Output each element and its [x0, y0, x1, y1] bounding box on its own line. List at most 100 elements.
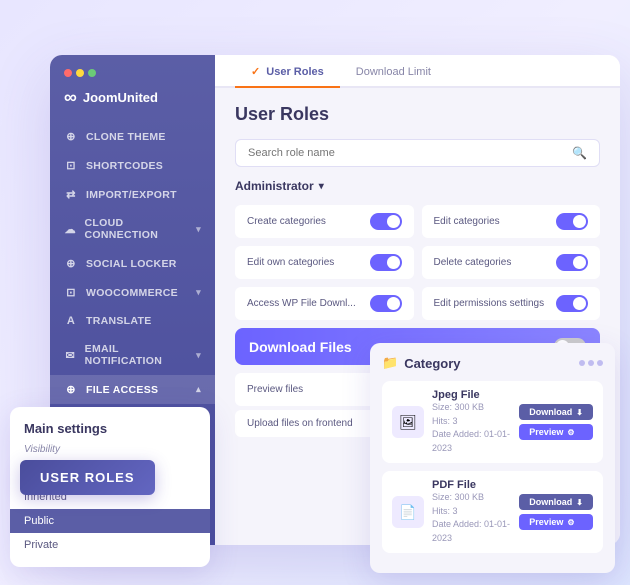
shortcodes-icon: ⊡: [64, 159, 78, 172]
permission-edit-categories: Edit categories: [422, 205, 601, 238]
file-name-pdf: PDF File: [432, 479, 511, 491]
tabs-bar: ✓ User Roles Download Limit: [215, 55, 620, 88]
visibility-option-private[interactable]: Private: [10, 533, 210, 557]
permission-label: Delete categories: [434, 257, 512, 268]
preview-button-jpeg[interactable]: Preview ⚙: [519, 424, 593, 440]
file-info-jpeg: Jpeg File Size: 300 KB Hits: 3 Date Adde…: [432, 389, 511, 455]
sidebar-item-clone-theme[interactable]: ⊕ CLONE THEME: [50, 122, 215, 151]
sidebar-item-label: SOCIAL LOCKER: [86, 258, 177, 270]
window-dot-yellow: [76, 69, 84, 77]
category-title: Category: [404, 356, 460, 371]
upload-files-label: Upload files on frontend: [247, 418, 353, 429]
toggle-create-categories[interactable]: [370, 213, 402, 230]
folder-icon: 📁: [382, 355, 398, 371]
download-icon: ⬇: [576, 498, 583, 507]
file-card-pdf: 📄 PDF File Size: 300 KB Hits: 3 Date Add…: [382, 471, 603, 553]
preview-button-pdf[interactable]: Preview ⚙: [519, 514, 593, 530]
tab-download-limit[interactable]: Download Limit: [340, 56, 447, 88]
user-roles-badge: USER ROLES: [20, 460, 155, 495]
translate-icon: A: [64, 315, 78, 327]
admin-label: Administrator: [235, 179, 314, 193]
sidebar-item-label: EMAIL NOTIFICATION: [85, 343, 189, 367]
check-mark-icon: ✓: [251, 66, 260, 78]
permission-label: Access WP File Downl...: [247, 298, 356, 309]
sidebar-item-label: CLONE THEME: [86, 131, 166, 143]
download-button-jpeg[interactable]: Download ⬇: [519, 404, 593, 420]
toggle-access-wp[interactable]: [370, 295, 402, 312]
file-actions-jpeg: Download ⬇ Preview ⚙: [519, 404, 593, 440]
settings-icon: ⚙: [567, 428, 574, 437]
sidebar-item-label: WOOCOMMERCE: [86, 287, 178, 299]
tab-label: Download Limit: [356, 66, 431, 78]
logo-text: JoomUnited: [83, 90, 158, 105]
permission-label: Edit own categories: [247, 257, 334, 268]
sidebar-item-cloud-connection[interactable]: ☁ CLOUD CONNECTION ▾: [50, 209, 215, 249]
cloud-connection-icon: ☁: [64, 223, 77, 236]
sidebar-item-translate[interactable]: A TRANSLATE: [50, 307, 215, 335]
sidebar-item-label: CLOUD CONNECTION: [85, 217, 189, 241]
permission-edit-permissions: Edit permissions settings: [422, 287, 601, 320]
permission-create-categories: Create categories: [235, 205, 414, 238]
download-button-pdf[interactable]: Download ⬇: [519, 494, 593, 510]
chevron-down-icon: ▾: [196, 350, 201, 361]
tab-label: User Roles: [266, 66, 323, 78]
file-info-pdf: PDF File Size: 300 KB Hits: 3 Date Added…: [432, 479, 511, 545]
permission-edit-own-categories: Edit own categories: [235, 246, 414, 279]
toggle-edit-categories[interactable]: [556, 213, 588, 230]
sidebar-item-label: FILE ACCESS: [86, 384, 158, 396]
sidebar-item-woocommerce[interactable]: ⊡ WOOCOMMERCE ▾: [50, 278, 215, 307]
main-settings-title: Main settings: [10, 421, 210, 444]
logo-icon: ∞: [64, 87, 77, 108]
search-icon: 🔍: [572, 146, 587, 160]
page-title: User Roles: [235, 104, 600, 125]
email-icon: ✉: [64, 349, 77, 362]
admin-dropdown[interactable]: Administrator ▾: [235, 179, 600, 193]
sidebar-item-social-locker[interactable]: ⊕ SOCIAL LOCKER: [50, 249, 215, 278]
sidebar-item-label: TRANSLATE: [86, 315, 152, 327]
category-dots: [579, 360, 603, 366]
woocommerce-icon: ⊡: [64, 286, 78, 299]
visibility-option-public2[interactable]: Public: [10, 509, 210, 533]
window-dot-green: [88, 69, 96, 77]
search-bar: 🔍: [235, 139, 600, 167]
file-meta-jpeg: Size: 300 KB Hits: 3 Date Added: 01-01-2…: [432, 401, 511, 455]
permission-label: Edit permissions settings: [434, 298, 545, 309]
toggle-edit-permissions[interactable]: [556, 295, 588, 312]
file-thumb-jpeg: 🖼: [392, 406, 424, 438]
sidebar-item-import-export[interactable]: ⇄ IMPORT/EXPORT: [50, 180, 215, 209]
import-export-icon: ⇄: [64, 188, 78, 201]
file-thumb-pdf: 📄: [392, 496, 424, 528]
category-header: 📁 Category: [382, 355, 603, 371]
file-meta-pdf: Size: 300 KB Hits: 3 Date Added: 01-01-2…: [432, 491, 511, 545]
permission-label: Create categories: [247, 216, 326, 227]
category-panel: 📁 Category 🖼 Jpeg File Size: 300 KB Hits…: [370, 343, 615, 573]
chevron-down-icon: ▾: [196, 287, 201, 298]
permissions-grid: Create categories Edit categories Edit o…: [235, 205, 600, 320]
toggle-delete-categories[interactable]: [556, 254, 588, 271]
download-files-label: Download Files: [249, 339, 352, 355]
jpeg-icon: 🖼: [399, 414, 417, 431]
toggle-edit-own-categories[interactable]: [370, 254, 402, 271]
sidebar-item-label: IMPORT/EXPORT: [86, 189, 177, 201]
logo-area: ∞ JoomUnited: [50, 87, 215, 122]
permission-delete-categories: Delete categories: [422, 246, 601, 279]
pdf-icon: 📄: [399, 504, 416, 521]
file-name-jpeg: Jpeg File: [432, 389, 511, 401]
search-input[interactable]: [248, 147, 572, 159]
window-dot-red: [64, 69, 72, 77]
permission-label: Preview files: [247, 384, 303, 395]
social-locker-icon: ⊕: [64, 257, 78, 270]
clone-theme-icon: ⊕: [64, 130, 78, 143]
sidebar-item-shortcodes[interactable]: ⊡ SHORTCODES: [50, 151, 215, 180]
visibility-label: Visibility: [10, 444, 210, 461]
chevron-down-icon: ▾: [319, 181, 324, 192]
sidebar-item-file-access[interactable]: ⊕ FILE ACCESS ▴: [50, 375, 215, 404]
permission-access-wp: Access WP File Downl...: [235, 287, 414, 320]
tab-user-roles[interactable]: ✓ User Roles: [235, 55, 340, 88]
settings-icon: ⚙: [567, 518, 574, 527]
file-access-icon: ⊕: [64, 383, 78, 396]
chevron-up-icon: ▴: [196, 384, 201, 395]
download-icon: ⬇: [576, 408, 583, 417]
sidebar-item-email-notification[interactable]: ✉ EMAIL NOTIFICATION ▾: [50, 335, 215, 375]
sidebar-item-label: SHORTCODES: [86, 160, 163, 172]
